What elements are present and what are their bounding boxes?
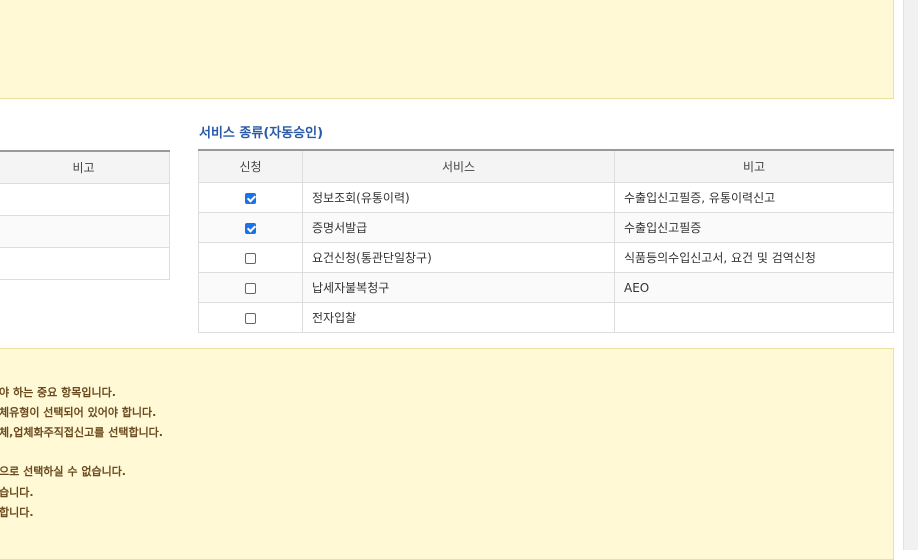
notice-line: 체,업체화주직접신고를 선택합니다. [0,426,163,439]
service-note: AEO [614,272,894,303]
service-name: 전자입찰 [302,302,615,333]
apply-cell [198,242,303,273]
left-table-cell [0,247,170,280]
left-table-header-note: 비고 [0,150,170,184]
service-note: 수출입신고필증, 유통이력신고 [614,182,894,213]
apply-checkbox[interactable] [245,282,256,294]
table-row: 증명서발급 수출입신고필증 [198,212,894,243]
notice-box-top [0,0,894,99]
vertical-scrollbar[interactable] [903,0,918,550]
apply-cell [198,302,303,333]
left-service-table: 비고 [0,150,170,280]
notice-box-bottom: 야 하는 중요 항목입니다. 체유형이 선택되어 있어야 합니다. 체,업체화주… [0,348,894,560]
service-table: 신청 서비스 비고 정보조회(유통이력) 수출입신고필증, 유통이력신고 증명서… [198,149,894,333]
left-table-cell [0,183,170,216]
service-note: 수출입신고필증 [614,212,894,243]
table-row: 요건신청(통관단일창구) 식품등의수입신고서, 요건 및 검역신청 [198,242,894,273]
apply-cell [198,182,303,213]
notice-line: 체유형이 선택되어 있어야 합니다. [0,406,157,419]
apply-cell [198,212,303,243]
service-name: 정보조회(유통이력) [302,182,615,213]
service-note [614,302,894,333]
service-name: 납세자불복청구 [302,272,615,303]
left-table-cell [0,215,170,248]
notice-line: 습니다. [0,486,34,499]
service-name: 요건신청(통관단일창구) [302,242,615,273]
apply-checkbox[interactable] [245,222,256,234]
service-name: 증명서발급 [302,212,615,243]
notice-line: 으로 선택하실 수 없습니다. [0,465,126,478]
apply-checkbox[interactable] [245,312,256,324]
apply-cell [198,272,303,303]
apply-checkbox[interactable] [245,192,256,204]
apply-checkbox[interactable] [245,252,256,264]
notice-line: 야 하는 중요 항목입니다. [0,386,116,399]
column-header-service: 서비스 [302,149,615,183]
table-row: 정보조회(유통이력) 수출입신고필증, 유통이력신고 [198,182,894,213]
notice-line: 합니다. [0,506,34,519]
service-note: 식품등의수입신고서, 요건 및 검역신청 [614,242,894,273]
service-section-title: 서비스 종류(자동승인) [199,126,324,141]
column-header-apply: 신청 [198,149,303,183]
column-header-note: 비고 [614,149,894,183]
table-row: 납세자불복청구 AEO [198,272,894,303]
table-row: 전자입찰 [198,302,894,333]
